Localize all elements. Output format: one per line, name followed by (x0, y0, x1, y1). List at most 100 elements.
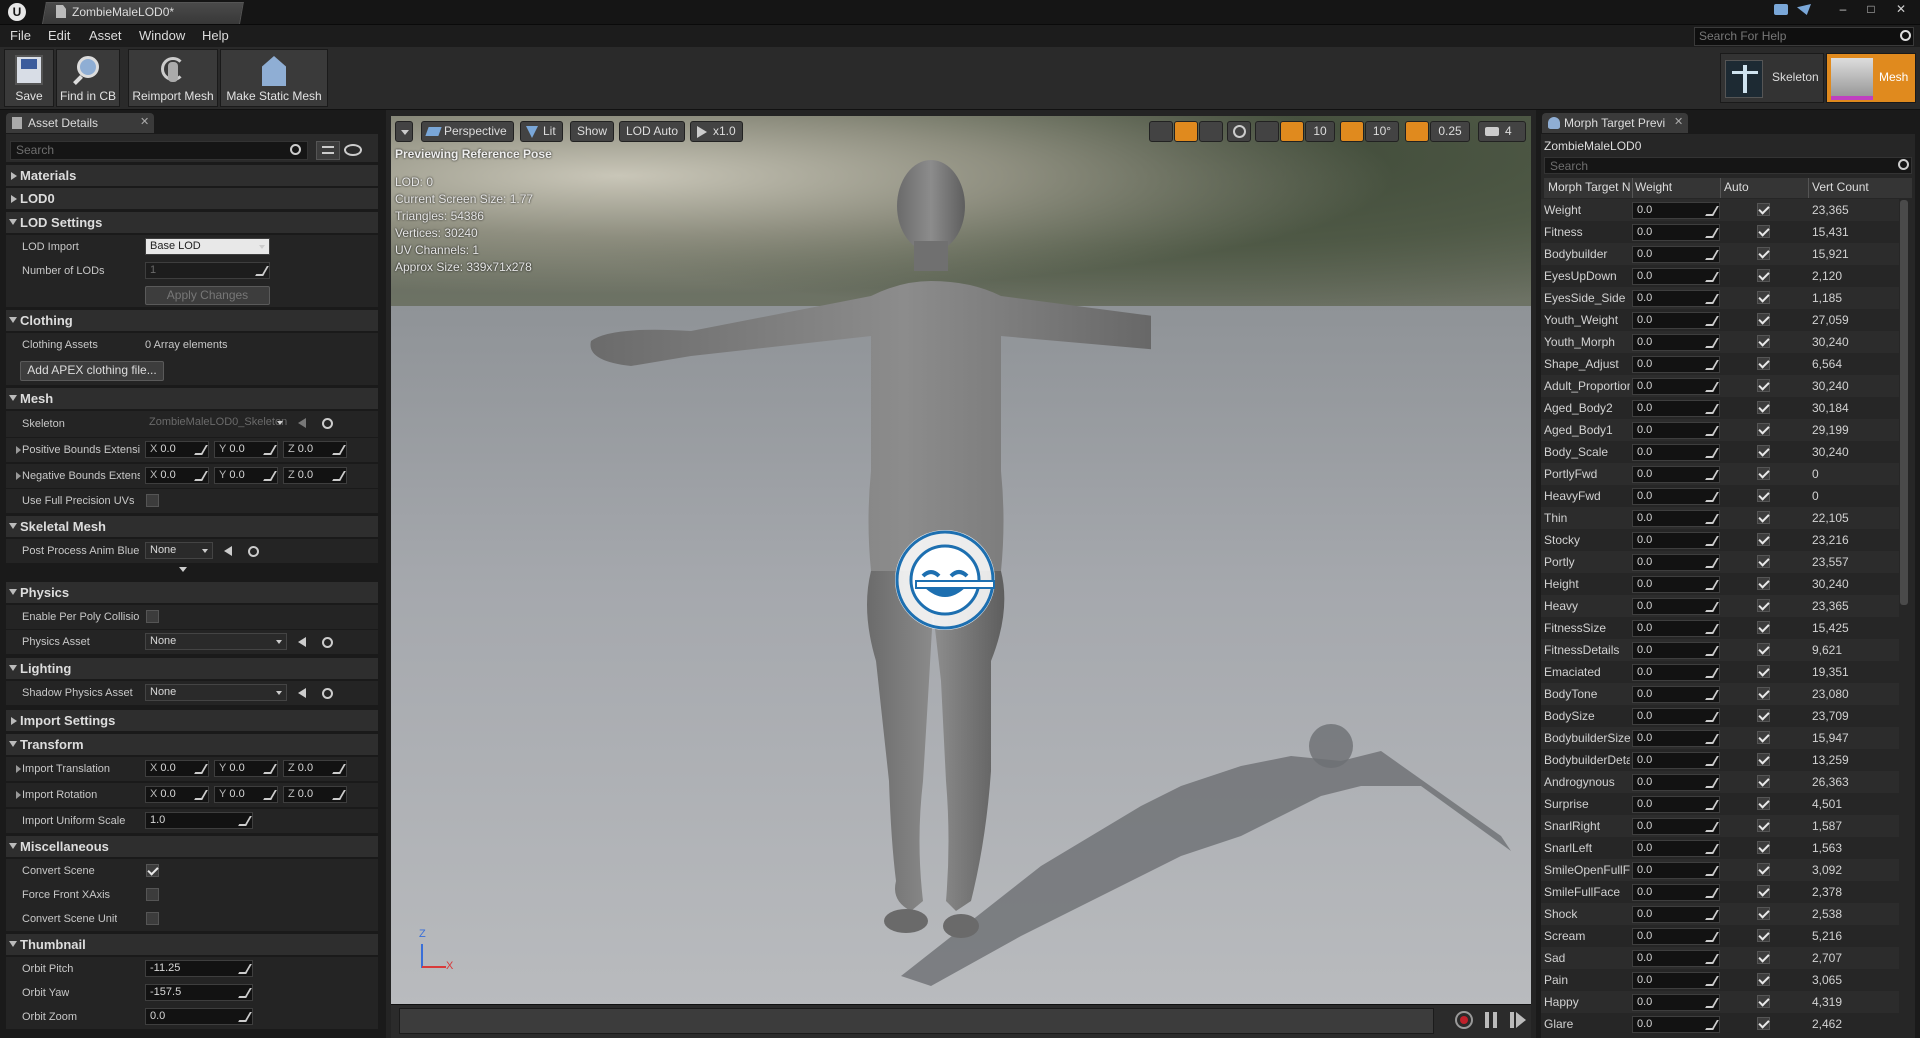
details-search-input[interactable]: Search (10, 141, 308, 160)
grid-snap-icon[interactable] (1280, 121, 1304, 142)
negative-bounds-z[interactable]: Z 0.0 (283, 467, 347, 484)
convert-scene-checkbox[interactable] (146, 864, 159, 877)
search-icon[interactable] (1900, 30, 1911, 41)
timeline-scrubber[interactable] (399, 1008, 1434, 1034)
category-transform[interactable]: Transform (6, 734, 378, 756)
show-button[interactable]: Show (570, 121, 615, 142)
morph-auto-checkbox[interactable] (1757, 379, 1770, 392)
menu-help[interactable]: Help (202, 26, 229, 46)
negative-bounds-y[interactable]: Y 0.0 (214, 467, 278, 484)
advanced-expand-icon[interactable] (179, 567, 187, 572)
morph-auto-checkbox[interactable] (1757, 995, 1770, 1008)
morph-auto-checkbox[interactable] (1757, 599, 1770, 612)
morph-auto-checkbox[interactable] (1757, 929, 1770, 942)
minimize-button[interactable]: – (1830, 2, 1856, 16)
chat-icon[interactable] (1774, 4, 1788, 15)
morph-weight-field[interactable]: 0.0 (1632, 752, 1720, 769)
morph-weight-field[interactable]: 0.0 (1632, 950, 1720, 967)
force-front-checkbox[interactable] (146, 888, 159, 901)
morph-auto-checkbox[interactable] (1757, 313, 1770, 326)
morph-weight-field[interactable]: 0.0 (1632, 774, 1720, 791)
category-import-settings[interactable]: Import Settings (6, 710, 378, 732)
category-thumbnail[interactable]: Thumbnail (6, 934, 378, 956)
morph-auto-checkbox[interactable] (1757, 401, 1770, 414)
maximize-button[interactable]: □ (1858, 2, 1884, 16)
use-selected-arrow-icon[interactable] (298, 688, 306, 698)
make-static-mesh-button[interactable]: Make Static Mesh (220, 49, 328, 107)
morph-auto-checkbox[interactable] (1757, 643, 1770, 656)
scale-snap-value[interactable]: 0.25 (1430, 121, 1470, 142)
column-vert-count[interactable]: Vert Count (1812, 180, 1869, 194)
morph-weight-field[interactable]: 0.0 (1632, 664, 1720, 681)
import-rotation-y[interactable]: Y 0.0 (214, 786, 278, 803)
category-lod-settings[interactable]: LOD Settings (6, 212, 378, 234)
browse-icon[interactable] (322, 637, 333, 648)
skeleton-asset-picker[interactable]: ZombieMaleLOD0_Skeleton (145, 415, 287, 432)
orbit-yaw-field[interactable]: -157.5 (145, 984, 253, 1001)
positive-bounds-x[interactable]: X 0.0 (145, 441, 209, 458)
tab-morph-target-preview[interactable]: Morph Target Previ (1542, 113, 1688, 133)
morph-auto-checkbox[interactable] (1757, 533, 1770, 546)
apply-changes-button[interactable]: Apply Changes (145, 286, 270, 305)
step-forward-icon[interactable] (1510, 1012, 1514, 1028)
mesh-mode-button[interactable]: Mesh (1826, 53, 1916, 103)
morph-auto-checkbox[interactable] (1757, 467, 1770, 480)
viewport-options-button[interactable] (395, 121, 413, 142)
category-clothing[interactable]: Clothing (6, 310, 378, 332)
search-icon[interactable] (290, 144, 301, 155)
lod-import-dropdown[interactable]: Base LOD (145, 238, 270, 255)
orbit-pitch-field[interactable]: -11.25 (145, 960, 253, 977)
morph-auto-checkbox[interactable] (1757, 731, 1770, 744)
morph-weight-field[interactable]: 0.0 (1632, 268, 1720, 285)
import-translation-z[interactable]: Z 0.0 (283, 760, 347, 777)
use-selected-arrow-icon[interactable] (298, 418, 306, 428)
step-forward-arrow-icon[interactable] (1516, 1012, 1526, 1028)
use-selected-arrow-icon[interactable] (224, 546, 232, 556)
document-tab-label[interactable]: ZombieMaleLOD0* (72, 5, 174, 19)
menu-window[interactable]: Window (139, 26, 185, 46)
surface-snap-icon[interactable] (1255, 121, 1279, 142)
morph-weight-field[interactable]: 0.0 (1632, 510, 1720, 527)
morph-auto-checkbox[interactable] (1757, 335, 1770, 348)
morph-weight-field[interactable]: 0.0 (1632, 246, 1720, 263)
category-mesh[interactable]: Mesh (6, 388, 378, 410)
morph-weight-field[interactable]: 0.0 (1632, 466, 1720, 483)
morph-auto-checkbox[interactable] (1757, 775, 1770, 788)
column-weight[interactable]: Weight (1635, 180, 1672, 194)
viewport[interactable]: Perspective Lit Show LOD Auto x1.0 10 10… (391, 116, 1531, 1004)
morph-auto-checkbox[interactable] (1757, 621, 1770, 634)
morph-weight-field[interactable]: 0.0 (1632, 928, 1720, 945)
positive-bounds-y[interactable]: Y 0.0 (214, 441, 278, 458)
post-process-anim-picker[interactable]: None (145, 542, 213, 559)
morph-scrollbar[interactable] (1900, 200, 1908, 605)
morph-weight-field[interactable]: 0.0 (1632, 312, 1720, 329)
pause-icon[interactable] (1485, 1012, 1497, 1028)
morph-auto-checkbox[interactable] (1757, 423, 1770, 436)
save-button[interactable]: Save (4, 49, 54, 107)
tab-asset-details[interactable]: Asset Details (6, 113, 154, 133)
morph-auto-checkbox[interactable] (1757, 269, 1770, 282)
category-lod0[interactable]: LOD0 (6, 188, 378, 210)
morph-weight-field[interactable]: 0.0 (1632, 378, 1720, 395)
lod-auto-button[interactable]: LOD Auto (619, 121, 686, 142)
browse-icon[interactable] (322, 418, 333, 429)
find-in-cb-button[interactable]: Find in CB (56, 49, 120, 107)
morph-weight-field[interactable]: 0.0 (1632, 818, 1720, 835)
per-poly-collision-checkbox[interactable] (146, 610, 159, 623)
morph-auto-checkbox[interactable] (1757, 753, 1770, 766)
morph-weight-field[interactable]: 0.0 (1632, 202, 1720, 219)
morph-weight-field[interactable]: 0.0 (1632, 620, 1720, 637)
morph-weight-field[interactable]: 0.0 (1632, 686, 1720, 703)
category-miscellaneous[interactable]: Miscellaneous (6, 836, 378, 858)
morph-auto-checkbox[interactable] (1757, 577, 1770, 590)
morph-auto-checkbox[interactable] (1757, 885, 1770, 898)
perspective-button[interactable]: Perspective (421, 121, 514, 142)
close-tab-icon[interactable]: ✕ (1674, 115, 1683, 128)
morph-weight-field[interactable]: 0.0 (1632, 356, 1720, 373)
morph-weight-field[interactable]: 0.0 (1632, 840, 1720, 857)
morph-weight-field[interactable]: 0.0 (1632, 730, 1720, 747)
import-translation-x[interactable]: X 0.0 (145, 760, 209, 777)
morph-auto-checkbox[interactable] (1757, 819, 1770, 832)
morph-auto-checkbox[interactable] (1757, 1017, 1770, 1030)
import-rotation-x[interactable]: X 0.0 (145, 786, 209, 803)
